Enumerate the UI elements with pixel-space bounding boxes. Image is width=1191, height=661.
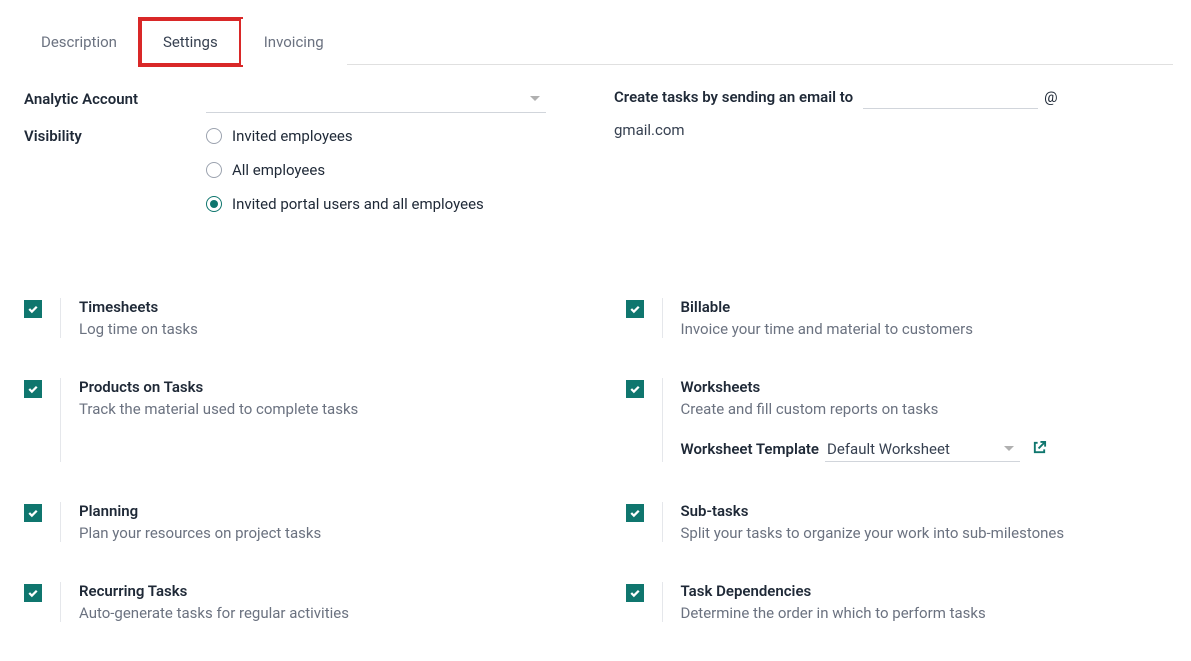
feature-title: Recurring Tasks: [79, 582, 566, 600]
divider: [662, 502, 663, 542]
feature-desc: Create and fill custom reports on tasks: [681, 400, 1168, 418]
radio-icon: [206, 196, 222, 212]
check-icon: [27, 303, 39, 315]
email-at-symbol: @: [1044, 88, 1057, 106]
timesheets-checkbox[interactable]: [24, 300, 42, 318]
divider: [60, 502, 61, 542]
feature-dependencies: Task Dependencies Determine the order in…: [626, 582, 1168, 622]
feature-title: Planning: [79, 502, 566, 520]
feature-title: Worksheets: [681, 378, 1168, 396]
check-icon: [629, 507, 641, 519]
products-checkbox[interactable]: [24, 380, 42, 398]
worksheet-template-label: Worksheet Template: [681, 440, 820, 458]
feature-title: Billable: [681, 298, 1168, 316]
visibility-option-label: All employees: [232, 161, 325, 179]
feature-subtasks: Sub-tasks Split your tasks to organize y…: [626, 502, 1168, 542]
worksheet-template-value: Default Worksheet: [827, 440, 950, 458]
feature-title: Task Dependencies: [681, 582, 1168, 600]
feature-billable: Billable Invoice your time and material …: [626, 298, 1168, 338]
feature-worksheets: Worksheets Create and fill custom report…: [626, 378, 1168, 462]
divider: [60, 582, 61, 622]
feature-desc: Log time on tasks: [79, 320, 566, 338]
divider: [60, 298, 61, 338]
feature-desc: Invoice your time and material to custom…: [681, 320, 1168, 338]
check-icon: [629, 383, 641, 395]
external-link-button[interactable]: [1032, 440, 1047, 459]
check-icon: [629, 303, 641, 315]
subtasks-checkbox[interactable]: [626, 504, 644, 522]
planning-checkbox[interactable]: [24, 504, 42, 522]
worksheets-checkbox[interactable]: [626, 380, 644, 398]
radio-icon: [206, 162, 222, 178]
tab-description[interactable]: Description: [18, 19, 140, 65]
feature-timesheets: Timesheets Log time on tasks: [24, 298, 566, 338]
feature-desc: Determine the order in which to perform …: [681, 604, 1168, 622]
external-link-icon: [1032, 440, 1047, 455]
email-domain: gmail.com: [614, 121, 1167, 139]
feature-recurring: Recurring Tasks Auto-generate tasks for …: [24, 582, 566, 622]
feature-desc: Plan your resources on project tasks: [79, 524, 566, 542]
radio-dot-icon: [210, 200, 218, 208]
feature-desc: Track the material used to complete task…: [79, 400, 566, 418]
feature-desc: Split your tasks to organize your work i…: [681, 524, 1168, 542]
analytic-account-label: Analytic Account: [24, 90, 206, 108]
tab-invoicing[interactable]: Invoicing: [241, 19, 347, 65]
feature-planning: Planning Plan your resources on project …: [24, 502, 566, 542]
analytic-account-select[interactable]: [206, 85, 546, 113]
visibility-option-label: Invited employees: [232, 127, 353, 145]
email-label: Create tasks by sending an email to: [614, 88, 853, 106]
dependencies-checkbox[interactable]: [626, 584, 644, 602]
visibility-option-invited[interactable]: Invited employees: [206, 127, 574, 145]
billable-checkbox[interactable]: [626, 300, 644, 318]
divider: [662, 582, 663, 622]
worksheet-template-select[interactable]: Default Worksheet: [825, 436, 1020, 462]
radio-icon: [206, 128, 222, 144]
visibility-label: Visibility: [24, 127, 206, 145]
visibility-option-all[interactable]: All employees: [206, 161, 574, 179]
divider: [662, 298, 663, 338]
check-icon: [27, 507, 39, 519]
visibility-radio-group: Invited employees All employees Invite: [206, 127, 574, 213]
chevron-down-icon: [530, 96, 540, 101]
feature-title: Products on Tasks: [79, 378, 566, 396]
tabs-bar: Description Settings Invoicing: [18, 18, 1173, 65]
visibility-option-portal[interactable]: Invited portal users and all employees: [206, 195, 574, 213]
divider: [662, 378, 663, 462]
chevron-down-icon: [1004, 446, 1014, 451]
check-icon: [629, 587, 641, 599]
feature-products-on-tasks: Products on Tasks Track the material use…: [24, 378, 566, 462]
recurring-checkbox[interactable]: [24, 584, 42, 602]
feature-title: Sub-tasks: [681, 502, 1168, 520]
check-icon: [27, 587, 39, 599]
check-icon: [27, 383, 39, 395]
visibility-option-label: Invited portal users and all employees: [232, 195, 484, 213]
feature-desc: Auto-generate tasks for regular activiti…: [79, 604, 566, 622]
tab-settings[interactable]: Settings: [140, 19, 241, 65]
email-alias-input[interactable]: [863, 85, 1038, 109]
feature-title: Timesheets: [79, 298, 566, 316]
divider: [60, 378, 61, 462]
